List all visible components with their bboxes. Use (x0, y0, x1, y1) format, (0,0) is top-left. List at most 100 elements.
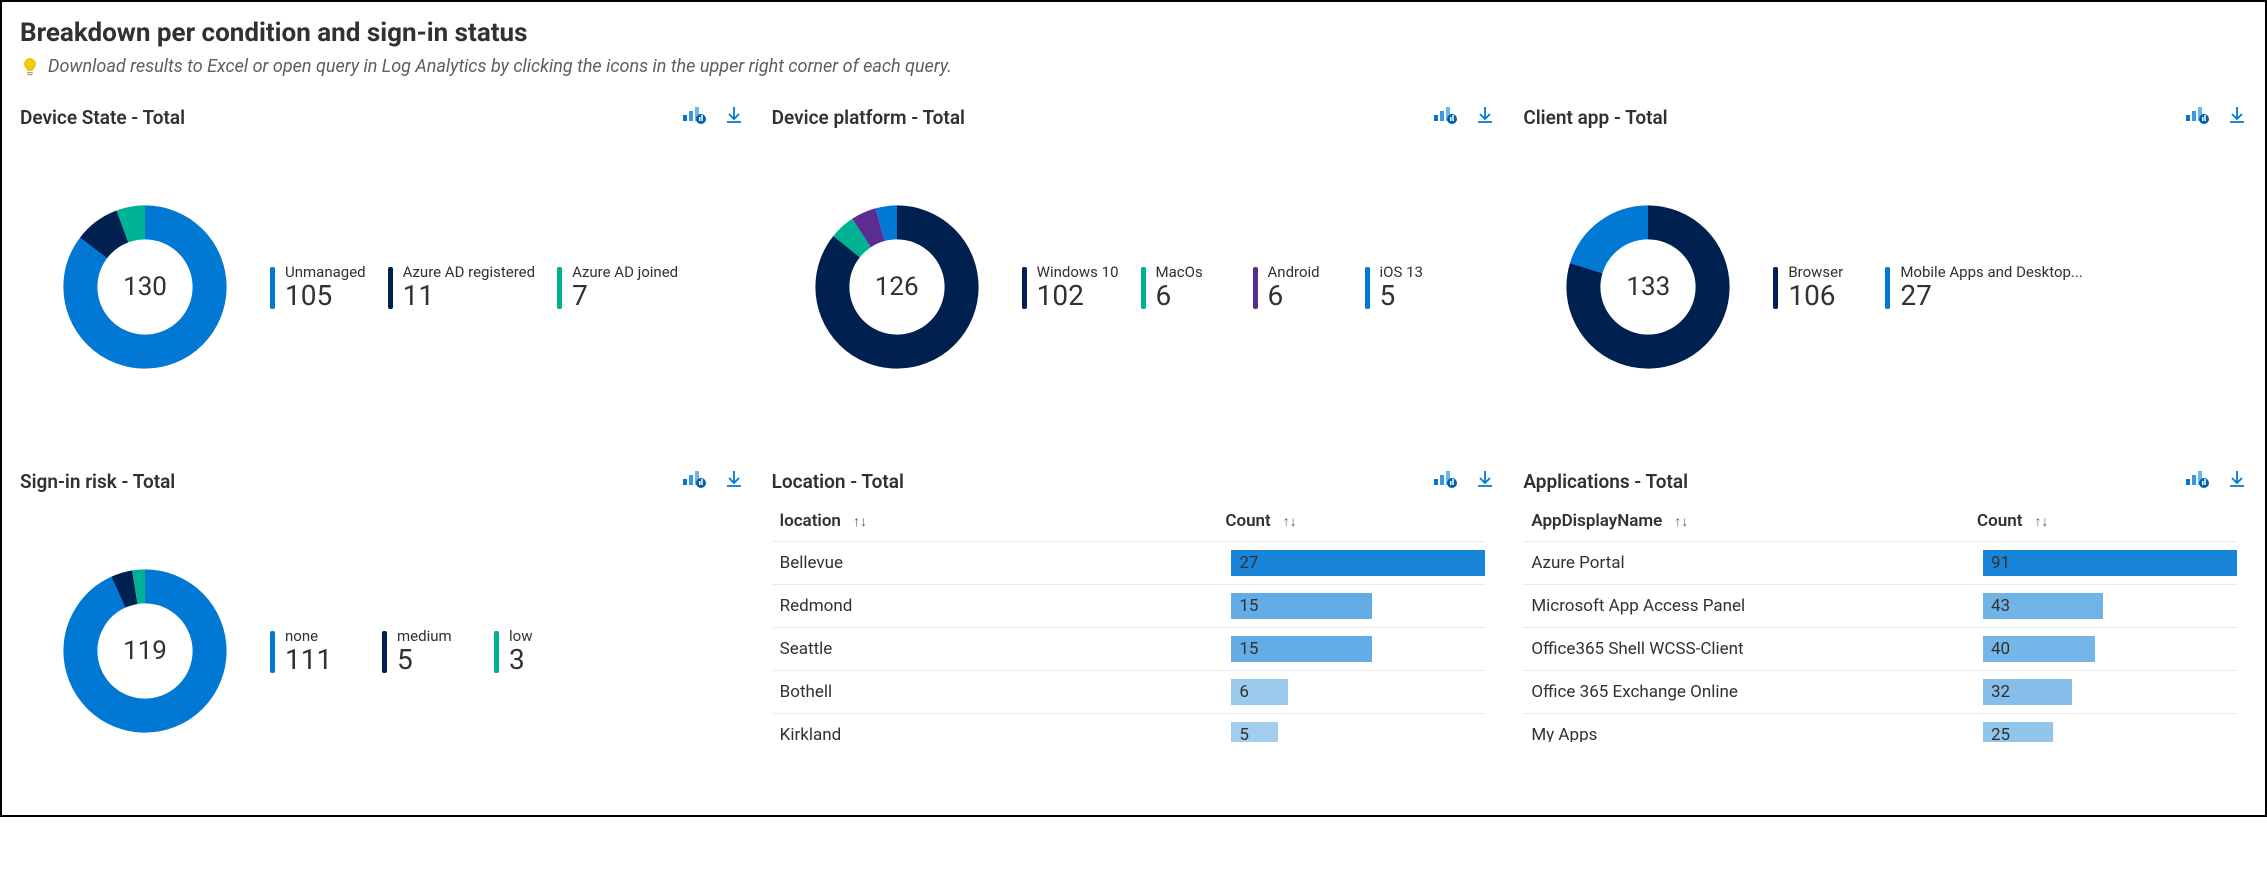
table-row[interactable]: Azure Portal91 (1523, 542, 2237, 585)
panel-device_state: Device State - Total 130 Unmanaged105 Azur… (20, 105, 744, 437)
table-row[interactable]: Office365 Shell WCSS-Client40 (1523, 628, 2237, 671)
legend-item: low3 (494, 627, 584, 676)
column-header-count[interactable]: Count (1977, 511, 2022, 531)
legend-color-bar (1885, 267, 1890, 309)
legend-item: MacOs6 (1141, 263, 1231, 312)
tip-text: Download results to Excel or open query … (48, 56, 952, 77)
panel-title: Applications - Total (1523, 470, 1688, 493)
sort-icon[interactable]: ↑↓ (1674, 513, 1688, 530)
legend-color-bar (270, 631, 275, 673)
table-row[interactable]: My Apps25 (1523, 714, 2237, 742)
table-header: AppDisplayName ↑↓ Count ↑↓ (1523, 501, 2237, 542)
legend-item: Browser106 (1773, 263, 1863, 312)
legend-item: medium5 (382, 627, 472, 676)
donut-chart: 133 (1563, 202, 1733, 372)
legend-value: 3 (509, 643, 532, 676)
legend-color-bar (388, 267, 393, 309)
table-row[interactable]: Seattle15 (772, 628, 1486, 671)
cell-name: Azure Portal (1531, 553, 1983, 573)
column-header-count[interactable]: Count (1225, 511, 1270, 531)
legend-value: 5 (397, 643, 452, 676)
panel-location: Location - Total location ↑↓ Count ↑↓ Bellev… (772, 469, 1496, 801)
legend-item: Azure AD registered11 (388, 263, 535, 312)
panel-title: Sign-in risk - Total (20, 470, 175, 493)
legend-item: Unmanaged105 (270, 263, 366, 312)
table-row[interactable]: Kirkland5 (772, 714, 1486, 742)
download-icon[interactable] (1475, 469, 1495, 493)
table-row[interactable]: Bellevue27 (772, 542, 1486, 585)
cell-name: Kirkland (780, 725, 1232, 742)
cell-name: Bellevue (780, 553, 1232, 573)
donut-total: 119 (60, 566, 230, 736)
cell-count: 5 (1231, 722, 1485, 742)
download-icon[interactable] (724, 105, 744, 129)
legend-color-bar (1253, 267, 1258, 309)
analytics-icon[interactable] (1433, 469, 1457, 493)
analytics-icon[interactable] (2185, 105, 2209, 129)
panel-applications: Applications - Total AppDisplayName ↑↓ Cou… (1523, 469, 2247, 801)
legend-item: iOS 135 (1365, 263, 1455, 312)
legend-value: 5 (1380, 279, 1423, 312)
cell-count: 43 (1983, 593, 2237, 619)
legend-value: 6 (1156, 279, 1203, 312)
legend-item: Mobile Apps and Desktop...27 (1885, 263, 2083, 312)
cell-count: 27 (1231, 550, 1485, 576)
panel-title: Device platform - Total (772, 106, 965, 129)
donut-chart: 130 (60, 202, 230, 372)
table-row[interactable]: Office 365 Exchange Online32 (1523, 671, 2237, 714)
column-header-name[interactable]: AppDisplayName (1531, 511, 1662, 531)
analytics-icon[interactable] (1433, 105, 1457, 129)
cell-name: Office 365 Exchange Online (1531, 682, 1983, 702)
tip-row: Download results to Excel or open query … (20, 56, 2247, 77)
download-icon[interactable] (1475, 105, 1495, 129)
table-row[interactable]: Bothell6 (772, 671, 1486, 714)
panel-title: Device State - Total (20, 106, 185, 129)
legend-value: 102 (1037, 279, 1119, 312)
legend: Browser106 Mobile Apps and Desktop...27 (1773, 263, 2247, 312)
sort-icon[interactable]: ↑↓ (2034, 513, 2048, 530)
legend-value: 11 (403, 279, 535, 312)
cell-name: Microsoft App Access Panel (1531, 596, 1983, 616)
table-row[interactable]: Microsoft App Access Panel43 (1523, 585, 2237, 628)
download-icon[interactable] (2227, 469, 2247, 493)
panel-client_app: Client app - Total 133 Browser106 Mobile A… (1523, 105, 2247, 437)
donut-chart: 126 (812, 202, 982, 372)
cell-count: 15 (1231, 636, 1485, 662)
cell-count: 40 (1983, 636, 2237, 662)
sort-icon[interactable]: ↑↓ (853, 513, 867, 530)
panel-device_platform: Device platform - Total 126Windows 10102… (772, 105, 1496, 437)
column-header-name[interactable]: location (780, 511, 841, 531)
legend-value: 105 (285, 279, 366, 312)
legend-value: 27 (1900, 279, 2083, 312)
cell-name: Office365 Shell WCSS-Client (1531, 639, 1983, 659)
page-title: Breakdown per condition and sign-in stat… (20, 18, 2247, 48)
table-scroll[interactable]: Azure Portal91Microsoft App Access Panel… (1523, 542, 2237, 742)
legend: none111medium5low3 (270, 627, 744, 676)
table-header: location ↑↓ Count ↑↓ (772, 501, 1486, 542)
legend-item: Azure AD joined7 (557, 263, 678, 312)
donut-chart: 119 (60, 566, 230, 736)
legend-value: 6 (1268, 279, 1320, 312)
analytics-icon[interactable] (2185, 469, 2209, 493)
download-icon[interactable] (724, 469, 744, 493)
legend-color-bar (494, 631, 499, 673)
sort-icon[interactable]: ↑↓ (1283, 513, 1297, 530)
legend-value: 106 (1788, 279, 1843, 312)
panel-title: Client app - Total (1523, 106, 1667, 129)
download-icon[interactable] (2227, 105, 2247, 129)
legend-color-bar (1773, 267, 1778, 309)
legend-color-bar (557, 267, 562, 309)
donut-total: 130 (60, 202, 230, 372)
analytics-icon[interactable] (682, 469, 706, 493)
cell-count: 25 (1983, 722, 2237, 742)
panel-signin_risk: Sign-in risk - Total 119none111medium5lo… (20, 469, 744, 801)
legend-color-bar (1022, 267, 1027, 309)
panel-title: Location - Total (772, 470, 904, 493)
table-row[interactable]: Redmond15 (772, 585, 1486, 628)
legend-color-bar (382, 631, 387, 673)
analytics-icon[interactable] (682, 105, 706, 129)
legend: Unmanaged105 Azure AD registered11 Azure A… (270, 263, 744, 312)
donut-total: 133 (1563, 202, 1733, 372)
cell-name: Seattle (780, 639, 1232, 659)
table-scroll[interactable]: Bellevue27Redmond15Seattle15Bothell6Kirk… (772, 542, 1486, 742)
